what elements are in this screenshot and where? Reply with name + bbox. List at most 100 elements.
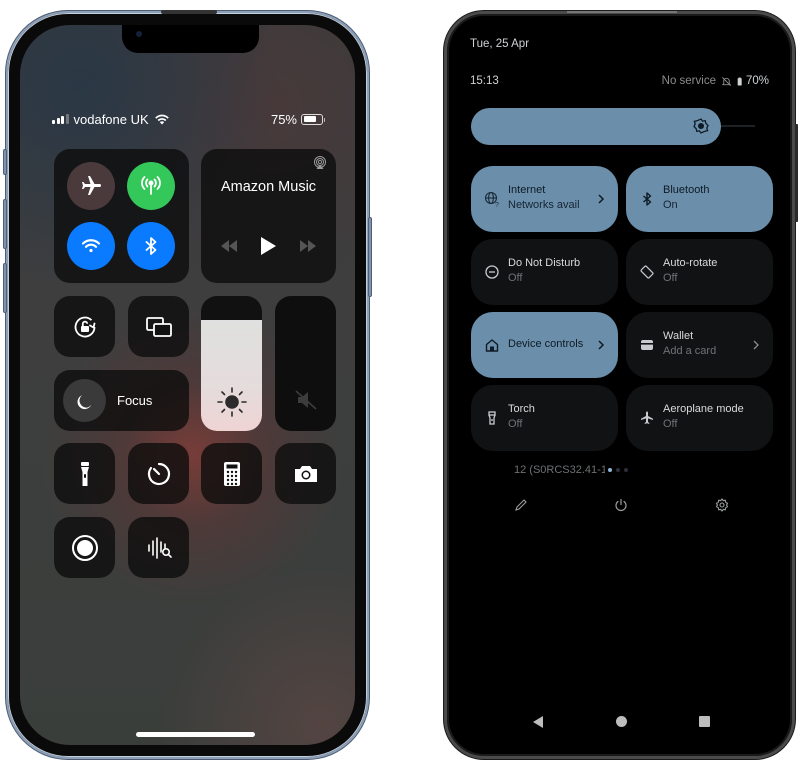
bluetooth-toggle[interactable] <box>127 222 175 270</box>
sun-icon <box>216 387 247 417</box>
tile-internet[interactable]: ? Internet Networks avail <box>471 166 618 232</box>
tile-subtitle: Networks avail <box>508 199 580 211</box>
page-dot[interactable] <box>624 468 628 472</box>
camera-button[interactable] <box>275 443 336 504</box>
service-status: No service <box>661 75 716 87</box>
flashlight-icon <box>80 461 89 486</box>
timer-button[interactable] <box>128 443 189 504</box>
battery-percent: 75% <box>270 111 297 127</box>
auto-rotate-icon <box>640 265 654 279</box>
settings-icon <box>715 498 729 512</box>
flashlight-button[interactable] <box>54 443 115 504</box>
notch <box>122 25 259 53</box>
date-label: Tue, 25 Apr <box>470 38 530 50</box>
clock: 15:13 <box>470 75 499 87</box>
power-menu-button[interactable] <box>574 488 668 522</box>
page-indicator[interactable] <box>608 468 628 472</box>
tile-subtitle: Add a card <box>663 345 717 357</box>
android-earpiece <box>567 11 677 13</box>
brightness-slider[interactable] <box>471 108 721 145</box>
tile-subtitle: Off <box>508 272 523 284</box>
tile-title: Aeroplane mode <box>663 403 744 415</box>
battery-indicator: 70% <box>737 75 769 87</box>
tile-device-controls[interactable]: Device controls <box>471 312 618 378</box>
svg-text:?: ? <box>495 202 499 207</box>
tile-bluetooth[interactable]: Bluetooth On <box>626 166 773 232</box>
tile-title: Bluetooth <box>663 184 710 196</box>
tile-subtitle: Off <box>663 272 678 284</box>
ios-control-center: vodafone UK 75% Amazon Music Focus <box>20 25 355 745</box>
tile-subtitle: Off <box>663 418 678 430</box>
aeroplane-icon <box>641 411 653 424</box>
bell-off-icon <box>721 76 732 86</box>
screen-recording-button[interactable] <box>54 517 115 578</box>
mute-switch <box>3 149 7 175</box>
tile-subtitle: Off <box>508 418 523 430</box>
now-playing-module[interactable]: Amazon Music <box>201 149 336 283</box>
recents-button[interactable] <box>699 716 710 727</box>
brightness-slider[interactable] <box>201 296 262 431</box>
tile-wallet[interactable]: Wallet Add a card <box>626 312 773 378</box>
speaker-grille <box>161 10 217 14</box>
android-side-button <box>795 124 798 222</box>
wifi-toggle[interactable] <box>67 222 115 270</box>
play-icon[interactable] <box>260 237 277 255</box>
rewind-icon[interactable] <box>220 240 238 252</box>
battery-percent: 70% <box>745 75 769 87</box>
build-number: 12 (S0RCS32.41-1 <box>514 464 628 476</box>
fast-forward-icon[interactable] <box>299 240 317 252</box>
rotation-lock-icon <box>74 316 95 337</box>
battery-fill <box>303 116 317 122</box>
page-dot[interactable] <box>616 468 620 472</box>
ios-status-bar: vodafone UK 75% <box>52 111 325 127</box>
airplane-mode-toggle[interactable] <box>67 162 115 210</box>
focus-label: Focus <box>117 393 153 408</box>
globe-question-icon: ? <box>484 191 499 207</box>
calculator-button[interactable] <box>201 443 262 504</box>
screen-mirroring-button[interactable] <box>128 296 189 357</box>
tile-subtitle: On <box>663 199 678 211</box>
android-status-icons: No service 70% <box>662 75 769 87</box>
wifi-status-icon <box>154 114 169 125</box>
volume-up-button <box>3 199 7 249</box>
torch-icon <box>488 411 496 425</box>
brightness-track[interactable] <box>721 125 755 127</box>
page-dot[interactable] <box>608 468 612 472</box>
home-indicator[interactable] <box>136 732 255 737</box>
battery-icon <box>301 113 325 125</box>
back-button[interactable] <box>533 716 543 728</box>
airplay-icon[interactable] <box>313 156 327 170</box>
side-button <box>368 217 372 297</box>
front-camera <box>136 31 142 37</box>
focus-button[interactable]: Focus <box>54 370 189 431</box>
focus-moon-badge <box>63 379 106 422</box>
tile-aeroplane-mode[interactable]: Aeroplane mode Off <box>626 385 773 451</box>
calculator-icon <box>223 461 240 486</box>
sound-recognition-button[interactable] <box>128 517 189 578</box>
now-playing-title: Amazon Music <box>220 179 317 195</box>
power-icon <box>615 498 627 512</box>
volume-down-button <box>3 263 7 313</box>
antenna-icon <box>141 176 161 195</box>
home-icon <box>485 339 499 352</box>
tile-title: Torch <box>508 403 535 415</box>
tile-auto-rotate[interactable]: Auto-rotate Off <box>626 239 773 305</box>
tile-title: Auto-rotate <box>663 257 718 269</box>
brightness-auto-icon <box>693 118 709 134</box>
volume-slider[interactable] <box>275 296 336 431</box>
home-button[interactable] <box>616 716 627 727</box>
cellular-data-toggle[interactable] <box>127 162 175 210</box>
do-not-disturb-icon <box>485 265 499 279</box>
android-device: Tue, 25 Apr 15:13 No service 70% ? Inter… <box>444 11 798 759</box>
tile-title: Internet <box>508 184 546 196</box>
carrier-name: vodafone UK <box>73 111 149 127</box>
chevron-right-icon <box>598 194 605 204</box>
orientation-lock-button[interactable] <box>54 296 115 357</box>
settings-button[interactable] <box>675 488 769 522</box>
edit-tiles-button[interactable] <box>474 488 568 522</box>
edit-icon <box>515 499 527 511</box>
tile-torch[interactable]: Torch Off <box>471 385 618 451</box>
tile-do-not-disturb[interactable]: Do Not Disturb Off <box>471 239 618 305</box>
chevron-right-icon <box>598 340 605 350</box>
sound-recognition-icon <box>147 536 172 559</box>
